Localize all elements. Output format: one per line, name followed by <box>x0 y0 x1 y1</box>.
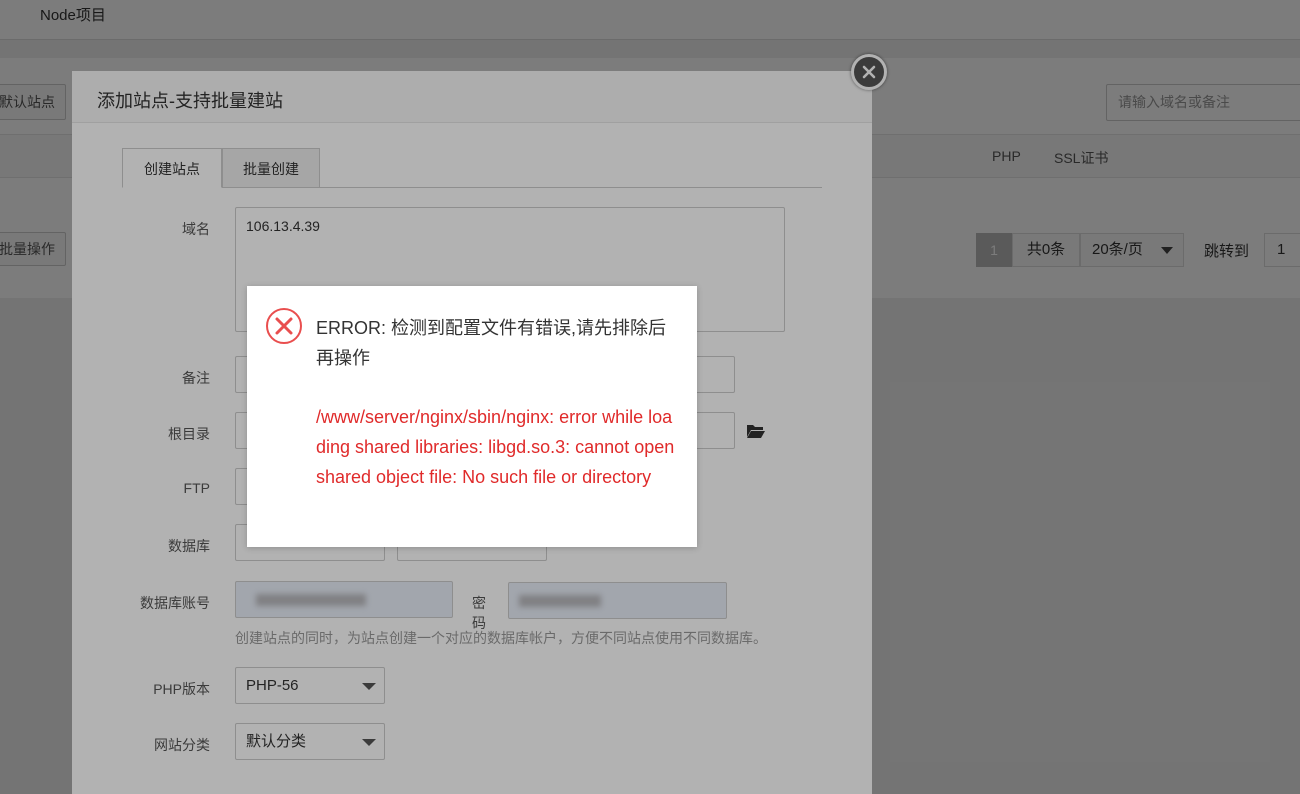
error-title: ERROR: 检测到配置文件有错误,请先排除后再操作 <box>316 318 667 368</box>
error-dialog: ERROR: 检测到配置文件有错误,请先排除后再操作 /www/server/n… <box>247 286 697 547</box>
error-circle-icon <box>266 308 302 344</box>
error-detail: /www/server/nginx/sbin/nginx: error whil… <box>316 407 675 487</box>
